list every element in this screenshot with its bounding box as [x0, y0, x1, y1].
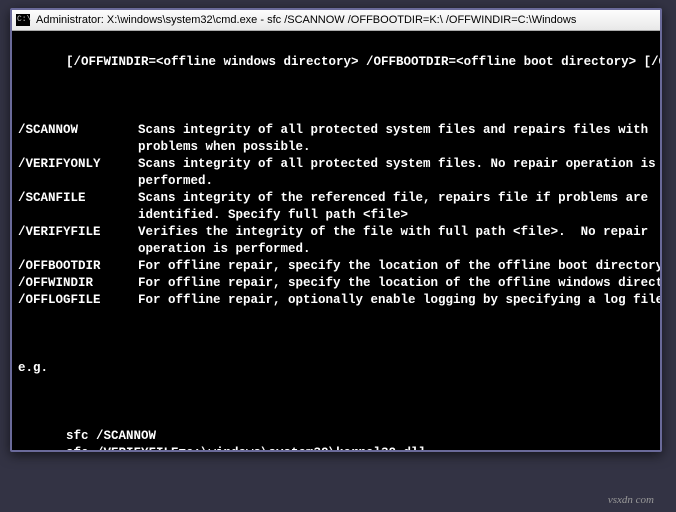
option-desc-cont: problems when possible.: [18, 139, 658, 156]
option-desc-cont: operation is performed.: [18, 241, 658, 258]
option-desc-cont: identified. Specify full path <file>: [18, 207, 658, 224]
option-row: /VERIFYONLYScans integrity of all protec…: [18, 156, 658, 173]
option-row: /OFFBOOTDIRFor offline repair, specify t…: [18, 258, 658, 275]
syntax-line: [/OFFWINDIR=<offline windows directory> …: [18, 54, 658, 71]
option-desc-cont: performed.: [18, 173, 658, 190]
option-desc: For offline repair, specify the location…: [138, 258, 660, 275]
option-row: /SCANNOWScans integrity of all protected…: [18, 122, 658, 139]
option-row: /SCANFILEScans integrity of the referenc…: [18, 190, 658, 207]
option-key: /OFFLOGFILE: [18, 292, 138, 309]
option-row: /VERIFYFILEVerifies the integrity of the…: [18, 224, 658, 241]
window-title: Administrator: X:\windows\system32\cmd.e…: [36, 14, 576, 26]
option-row: /OFFLOGFILEFor offline repair, optionall…: [18, 292, 658, 309]
example-label: e.g.: [18, 360, 658, 377]
cmd-icon: [16, 14, 30, 26]
cmd-window: Administrator: X:\windows\system32\cmd.e…: [10, 8, 662, 452]
option-desc: For offline repair, optionally enable lo…: [138, 292, 660, 309]
option-key: /OFFWINDIR: [18, 275, 138, 292]
example-line: sfc /VERIFYFILE=c:\windows\system32\kern…: [18, 445, 658, 450]
option-desc: Scans integrity of the referenced file, …: [138, 190, 658, 207]
option-key: /OFFBOOTDIR: [18, 258, 138, 275]
option-key: /SCANNOW: [18, 122, 138, 139]
option-desc: Scans integrity of all protected system …: [138, 156, 658, 173]
option-key: /VERIFYFILE: [18, 224, 138, 241]
option-key: /SCANFILE: [18, 190, 138, 207]
titlebar[interactable]: Administrator: X:\windows\system32\cmd.e…: [12, 10, 660, 31]
option-key: /VERIFYONLY: [18, 156, 138, 173]
terminal-output[interactable]: [/OFFWINDIR=<offline windows directory> …: [12, 31, 660, 450]
watermark: vsxdn com: [608, 494, 654, 506]
option-row: /OFFWINDIRFor offline repair, specify th…: [18, 275, 658, 292]
option-desc: For offline repair, specify the location…: [138, 275, 660, 292]
option-desc: Scans integrity of all protected system …: [138, 122, 658, 139]
option-desc: Verifies the integrity of the file with …: [138, 224, 658, 241]
example-line: sfc /SCANNOW: [18, 428, 658, 445]
